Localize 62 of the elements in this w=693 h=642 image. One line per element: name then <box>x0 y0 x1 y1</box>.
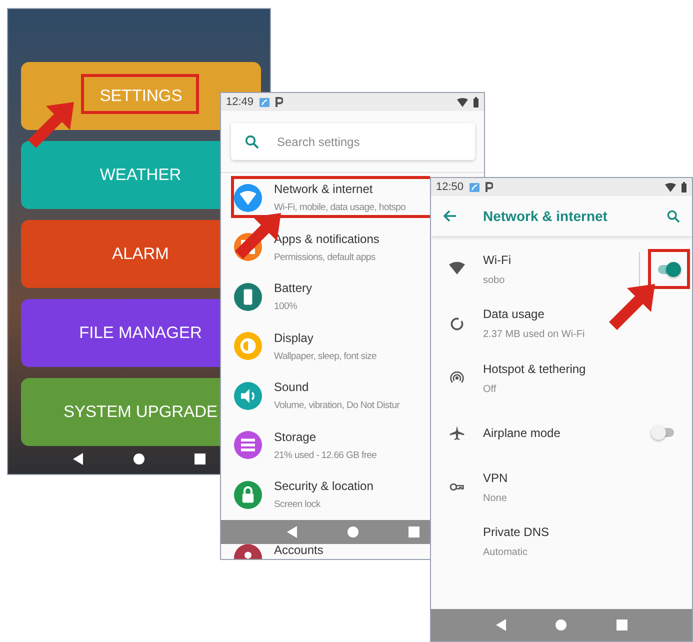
network-item[interactable]: Airplane mode <box>431 406 692 460</box>
parking-icon <box>484 182 493 192</box>
toggle-switch[interactable] <box>657 261 681 278</box>
pointer-arrow <box>607 282 657 332</box>
wifi-signal-icon <box>457 98 468 106</box>
search-icon[interactable] <box>667 210 680 222</box>
item-subtitle: Wallpaper, sleep, font size <box>274 350 376 364</box>
app-button[interactable]: FILE MANAGER <box>21 299 220 367</box>
item-title: Hotspot & tethering <box>483 360 587 378</box>
status-time: 12:50 <box>436 180 464 195</box>
item-subtitle: None <box>483 492 508 506</box>
battery-icon <box>473 96 479 108</box>
pointer-arrow <box>26 100 76 150</box>
status-time: 12:49 <box>226 94 254 110</box>
notification-icon <box>468 182 480 192</box>
item-title: Network & internet <box>274 181 374 198</box>
network-item[interactable]: Private DNS Automatic <box>431 514 692 569</box>
item-subtitle: 100% <box>274 300 298 314</box>
network-item[interactable]: VPN None <box>431 460 692 514</box>
network-item[interactable]: Hotspot & tethering Off <box>431 351 692 406</box>
item-title: Storage <box>274 428 318 446</box>
wifi-signal-icon <box>665 182 676 192</box>
settings-item[interactable]: Display Wallpaper, sleep, font size <box>221 322 430 371</box>
item-title: VPN <box>483 470 509 487</box>
item-title: Wi-Fi <box>483 252 512 269</box>
item-subtitle: sobo <box>483 274 506 288</box>
item-title: Battery <box>274 280 312 298</box>
item-subtitle: 2.37 MB used on Wi-Fi <box>483 328 586 342</box>
item-subtitle: Permissions, default apps <box>274 250 376 265</box>
search-icon <box>245 135 259 149</box>
recents-icon[interactable] <box>194 453 206 465</box>
item-subtitle: Screen lock <box>274 498 322 512</box>
item-title: Sound <box>274 379 310 396</box>
settings-item[interactable]: Accounts <box>221 544 430 559</box>
item-title: Security & location <box>274 478 374 496</box>
home-icon[interactable] <box>132 453 145 465</box>
airplane-icon <box>449 424 465 441</box>
ring-icon <box>449 316 465 332</box>
notification-icon <box>258 96 270 108</box>
settings-item[interactable]: Security & location Screen lock <box>221 470 430 520</box>
network-item[interactable]: Data usage 2.37 MB used on Wi-Fi <box>431 296 692 351</box>
screen-title: Network & internet <box>483 206 608 226</box>
item-title: Airplane mode <box>483 424 562 442</box>
back-icon[interactable] <box>72 452 84 466</box>
toggle-switch[interactable] <box>651 424 675 441</box>
item-title: Data usage <box>483 306 546 324</box>
item-title: Private DNS <box>483 524 550 542</box>
search-field[interactable]: Search settings <box>231 123 475 160</box>
settings-item[interactable]: Battery 100% <box>221 272 430 322</box>
item-title: Display <box>274 330 314 347</box>
settings-item[interactable]: Storage 21% used - 12.66 GB free <box>221 420 430 470</box>
back-arrow-icon[interactable] <box>443 210 457 222</box>
item-title: Accounts <box>274 544 324 556</box>
item-subtitle: 21% used - 12.66 GB free <box>274 448 377 463</box>
settings-item[interactable]: Sound Volume, vibration, Do Not Distur <box>221 371 430 420</box>
parking-icon <box>274 97 283 107</box>
item-subtitle: Off <box>483 382 498 397</box>
item-subtitle: Automatic <box>483 546 528 560</box>
app-button[interactable]: ALARM <box>21 220 220 288</box>
item-subtitle: Wi-Fi, mobile, data usage, hotspo <box>274 201 406 216</box>
item-subtitle: Volume, vibration, Do Not Distur <box>274 399 400 414</box>
battery-icon <box>681 182 687 192</box>
